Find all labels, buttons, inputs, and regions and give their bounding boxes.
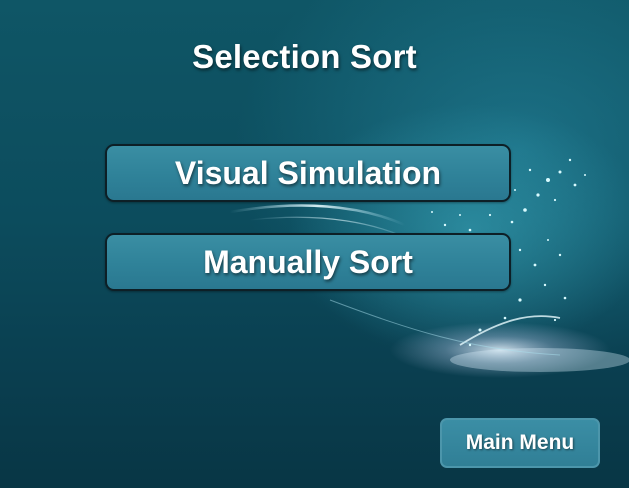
app-window: Selection Sort Visual Simulation Manuall… xyxy=(0,0,629,488)
manually-sort-button[interactable]: Manually Sort xyxy=(105,233,511,291)
page-title: Selection Sort xyxy=(192,38,417,75)
main-menu-button[interactable]: Main Menu xyxy=(440,418,600,468)
visual-simulation-button[interactable]: Visual Simulation xyxy=(105,144,511,202)
